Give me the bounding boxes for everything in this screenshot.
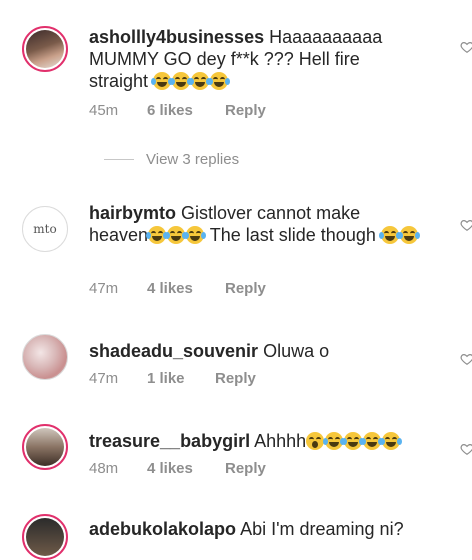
divider — [104, 159, 134, 160]
comment-username[interactable]: treasure__babygirl — [89, 431, 250, 451]
joy-emoji-icon — [170, 72, 193, 90]
comment-meta: 47m 4 likes Reply — [89, 280, 266, 297]
comment-body: Ahhhh — [254, 431, 307, 451]
comment-username[interactable]: ashollly4businesses — [89, 27, 264, 47]
comment-username[interactable]: hairbymto — [89, 203, 176, 223]
joy-emoji-icon — [208, 72, 231, 90]
joy-emoji-icon — [380, 432, 403, 450]
comment-time: 47m — [89, 370, 119, 387]
heart-outline-icon[interactable] — [460, 40, 472, 54]
comment-time: 45m — [89, 102, 119, 119]
reply-button[interactable]: Reply — [225, 460, 266, 477]
avatar[interactable] — [22, 334, 68, 380]
reply-button[interactable]: Reply — [215, 370, 256, 387]
comment-text: adebukolakolapo Abi I'm dreaming ni? — [89, 518, 419, 540]
comment-meta: 47m 1 like Reply — [89, 370, 256, 387]
comment-time: 47m — [89, 280, 119, 297]
comment-likes[interactable]: 4 likes — [147, 460, 225, 477]
comment-text: hairbymto Gistlover cannot make heaven T… — [89, 202, 420, 246]
avatar[interactable] — [22, 424, 68, 470]
heart-outline-icon[interactable] — [460, 352, 472, 366]
joy-emoji-icon — [165, 226, 188, 244]
joy-emoji-icon — [323, 432, 346, 450]
comment-username[interactable]: shadeadu_souvenir — [89, 341, 258, 361]
comment-meta: 48m 4 likes Reply — [89, 460, 266, 477]
joy-emoji-icon — [397, 226, 420, 244]
comment-likes[interactable]: 1 like — [147, 370, 215, 387]
heart-outline-icon[interactable] — [460, 442, 472, 456]
comment-text: treasure__babygirl Ahhhh — [89, 430, 419, 452]
comment-text: shadeadu_souvenir Oluwa o — [89, 340, 419, 362]
avatar[interactable] — [22, 514, 68, 560]
avatar-logo-text: mto — [33, 222, 57, 236]
joy-emoji-icon — [184, 226, 207, 244]
avatar[interactable]: mto — [22, 206, 68, 252]
joy-emoji-icon — [378, 226, 401, 244]
joy-emoji-icon — [361, 432, 384, 450]
view-replies-label: View 3 replies — [146, 151, 240, 168]
astonished-emoji-icon — [306, 432, 325, 450]
avatar[interactable] — [22, 26, 68, 72]
heart-outline-icon[interactable] — [460, 218, 472, 232]
comment-text: ashollly4businesses Haaaaaaaaaa MUMMY GO… — [89, 26, 419, 92]
comment-meta: 45m 6 likes Reply — [89, 102, 266, 119]
comment-likes[interactable]: 4 likes — [147, 280, 225, 297]
view-replies-button[interactable]: View 3 replies — [104, 151, 239, 168]
joy-emoji-icon — [151, 72, 174, 90]
joy-emoji-icon — [189, 72, 212, 90]
comment-username[interactable]: adebukolakolapo — [89, 519, 236, 539]
comment-body-2: The last slide though — [209, 225, 376, 245]
comment-likes[interactable]: 6 likes — [147, 102, 225, 119]
joy-emoji-icon — [146, 226, 169, 244]
joy-emoji-icon — [342, 432, 365, 450]
comment-time: 48m — [89, 460, 119, 477]
reply-button[interactable]: Reply — [225, 280, 266, 297]
comment-body: Oluwa o — [263, 341, 330, 361]
reply-button[interactable]: Reply — [225, 102, 266, 119]
comment-body: Abi I'm dreaming ni? — [240, 519, 404, 539]
